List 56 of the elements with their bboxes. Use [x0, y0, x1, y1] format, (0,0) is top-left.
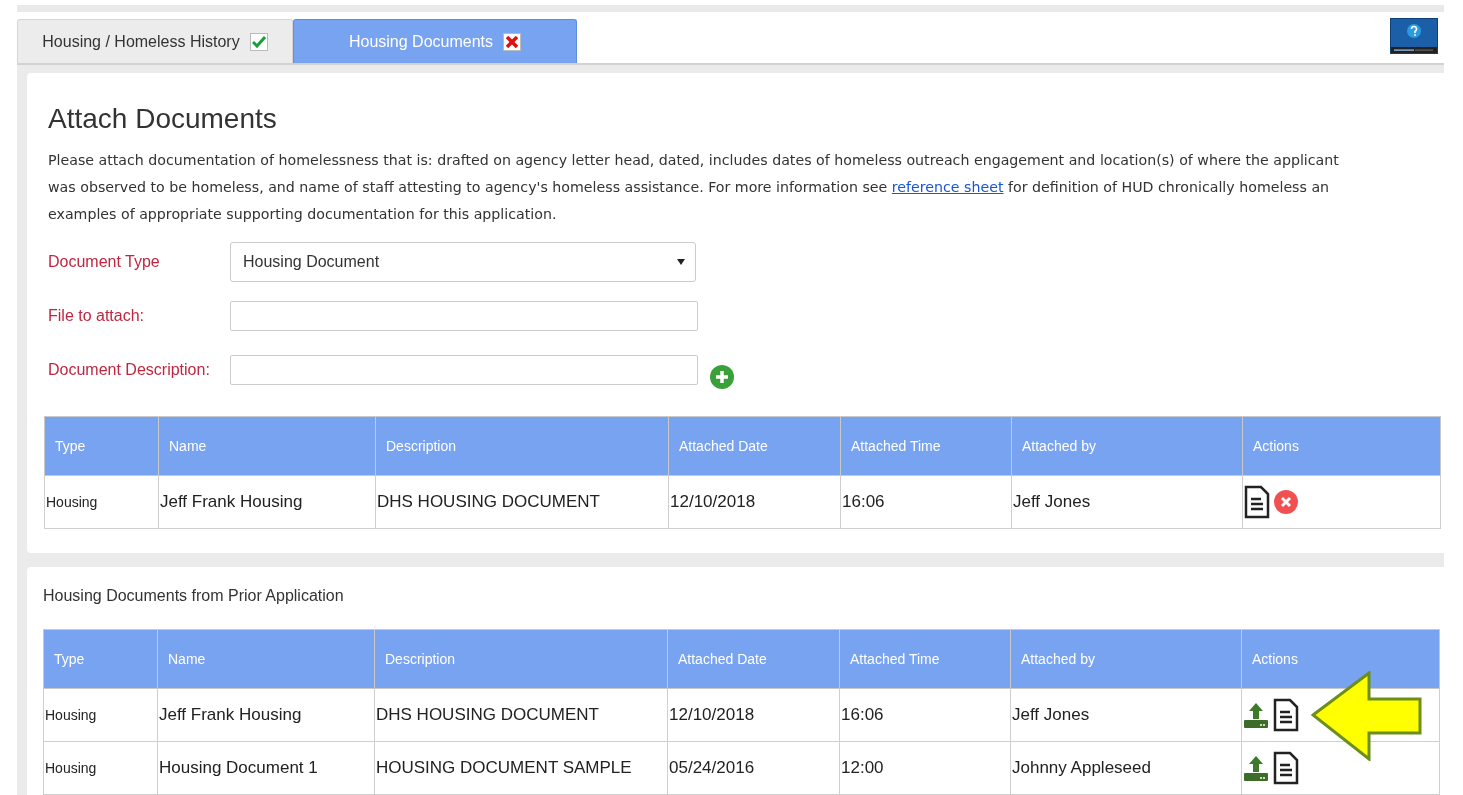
table-cell: 16:06	[840, 475, 1012, 529]
caret-icon	[677, 259, 685, 265]
tab-label: Housing / Homeless History	[42, 32, 240, 51]
table-cell: 12/10/2018	[667, 688, 840, 742]
input-field[interactable]	[230, 301, 698, 331]
tab-label: Housing Documents	[348, 32, 494, 51]
table-cell: DHS HOUSING DOCUMENT	[375, 475, 669, 529]
table-cell: 12:00	[839, 741, 1011, 795]
column-header: Attached by	[1010, 629, 1242, 689]
section-title: Attach Documents	[48, 103, 278, 135]
table-cell: Jeff Frank Housing	[157, 688, 375, 742]
delete-icon[interactable]	[1274, 490, 1298, 514]
document-type-select[interactable]: Housing Document	[230, 242, 696, 282]
document-icon[interactable]	[1244, 485, 1270, 519]
help-video-button[interactable]	[1390, 18, 1438, 54]
instruction-text: Please attach documentation of homelessness that is: drafted on agency letter head, dated, includes dates of homeless outreach engagement and location(s) of where the applicant	[48, 151, 1340, 170]
field-label: File to attach:	[48, 307, 146, 325]
table-cell: 05/24/2016	[667, 741, 840, 795]
column-header: Description	[374, 629, 668, 689]
table-cell: DHS HOUSING DOCUMENT	[374, 688, 668, 742]
table-cell: Jeff Jones	[1011, 475, 1243, 529]
table-cell: Housing	[44, 475, 159, 529]
column-header: Name	[158, 416, 376, 476]
table-cell: Johnny Appleseed	[1010, 741, 1242, 795]
column-header: Actions	[1242, 416, 1441, 476]
instruction-text: was observed to be homeless, and name of staff attesting to agency's homeless assistance. For more information see reference sheet for definition of HUD chronically homeless an	[48, 178, 1331, 197]
field-label: Document Type	[48, 253, 161, 271]
table-cell: 16:06	[839, 688, 1011, 742]
table-cell: Jeff Frank Housing	[158, 475, 376, 529]
table-cell: Jeff Jones	[1010, 688, 1242, 742]
document-icon[interactable]	[1273, 751, 1299, 785]
reference-link[interactable]: reference sheet	[891, 179, 1004, 195]
column-header: Attached by	[1011, 416, 1243, 476]
tab[interactable]: Housing / Homeless History	[17, 19, 293, 63]
column-header: Attached Time	[839, 629, 1011, 689]
document-icon[interactable]	[1273, 698, 1299, 732]
column-header: Attached Date	[668, 416, 841, 476]
column-header: Attached Time	[840, 416, 1012, 476]
upload-icon[interactable]	[1243, 701, 1269, 729]
column-header: Description	[375, 416, 669, 476]
table-cell: Housing Document 1	[157, 741, 375, 795]
input-field[interactable]	[230, 355, 698, 385]
table-cell: HOUSING DOCUMENT SAMPLE	[374, 741, 668, 795]
table-cell: Housing	[43, 741, 158, 795]
column-header: Attached Date	[667, 629, 840, 689]
instruction-text: examples of appropriate supporting documentation for this application.	[48, 205, 558, 224]
column-header: Actions	[1241, 629, 1440, 689]
column-header: Type	[44, 416, 159, 476]
column-header: Type	[43, 629, 158, 689]
table-cell: 12/10/2018	[668, 475, 841, 529]
field-label: Document Description:	[48, 361, 211, 379]
upload-icon[interactable]	[1243, 754, 1269, 782]
section-subtitle: Housing Documents from Prior Application	[43, 587, 345, 605]
add-icon[interactable]	[710, 365, 734, 389]
table-cell: Housing	[43, 688, 158, 742]
column-header: Name	[157, 629, 375, 689]
